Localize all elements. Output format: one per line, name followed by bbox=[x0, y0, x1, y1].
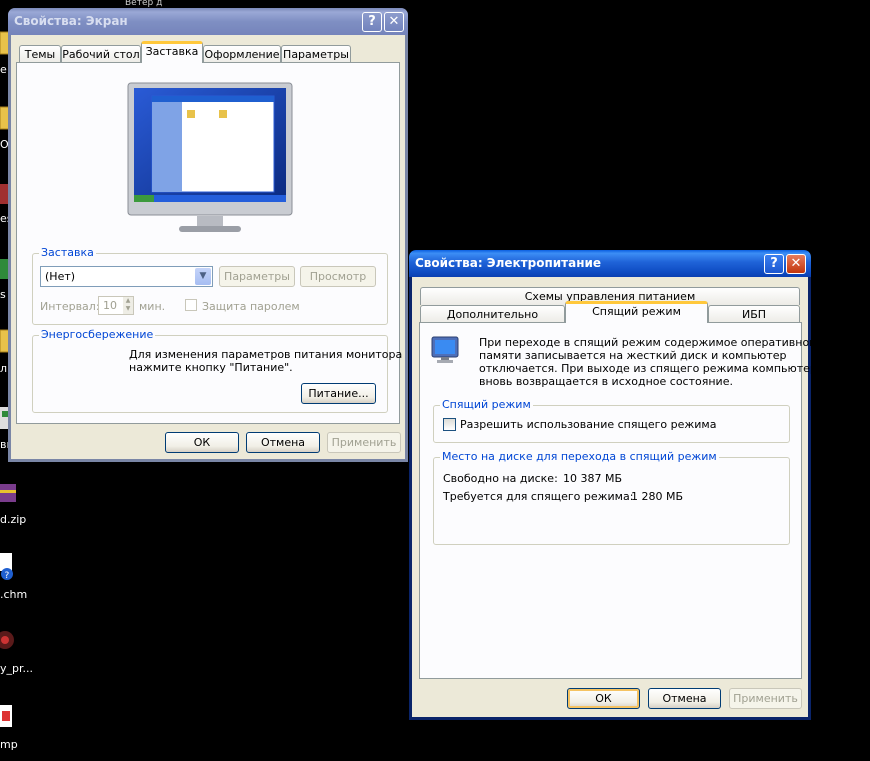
help-icon: ? bbox=[770, 256, 778, 271]
close-button[interactable]: ✕ bbox=[786, 254, 806, 274]
desktop-icon-label: .chm bbox=[0, 588, 28, 601]
ok-button[interactable]: ОК bbox=[567, 688, 640, 709]
energy-saving-group: Энергосбережение Для изменения параметро… bbox=[32, 328, 402, 413]
required-space-value: 1 280 МБ bbox=[631, 490, 684, 503]
monitor-icon bbox=[431, 336, 459, 363]
disk-space-group: Место на диске для перехода в спящий реж… bbox=[433, 450, 790, 545]
hibernate-tab-panel: При переходе в спящий режим содержимое о… bbox=[419, 322, 811, 679]
help-button[interactable]: ? bbox=[764, 254, 784, 274]
window-title: Свойства: Экран bbox=[14, 14, 128, 28]
tab-settings[interactable]: Параметры bbox=[281, 45, 351, 63]
tab-desktop[interactable]: Рабочий стол bbox=[61, 45, 141, 63]
hibernate-checkbox-label: Разрешить использование спящего режима bbox=[460, 418, 717, 431]
tab-appearance[interactable]: Оформление bbox=[203, 45, 281, 63]
energy-text-line2: нажмите кнопку "Питание". bbox=[129, 361, 293, 374]
screensaver-group: Заставка (Нет) ▼ Параметры Просмотр Инте… bbox=[32, 246, 388, 325]
hibernate-checkbox[interactable] bbox=[443, 418, 456, 431]
screensaver-tab-panel: Заставка (Нет) ▼ Параметры Просмотр Инте… bbox=[16, 62, 402, 424]
password-checkbox[interactable] bbox=[185, 299, 197, 311]
cancel-button[interactable]: Отмена bbox=[246, 432, 320, 453]
interval-spinner[interactable]: 10 ▲ ▼ bbox=[98, 296, 134, 315]
screensaver-select[interactable]: (Нет) ▼ bbox=[40, 266, 213, 287]
power-options-window: Свойства: Электропитание ? ✕ Схемы управ… bbox=[409, 250, 811, 720]
info-line-1: При переходе в спящий режим содержимое о… bbox=[479, 336, 811, 349]
free-space-label: Свободно на диске: bbox=[443, 472, 558, 485]
desktop-icon-label: е bbox=[0, 63, 7, 76]
screensaver-settings-button[interactable]: Параметры bbox=[219, 266, 295, 287]
desktop-icon-label: л bbox=[0, 362, 8, 375]
monitor-preview bbox=[127, 82, 293, 232]
interval-label: Интервал: bbox=[40, 300, 100, 313]
display-properties-window: Свойства: Экран ? ✕ Темы Рабочий стол За… bbox=[8, 8, 408, 462]
window-title: Свойства: Электропитание bbox=[415, 256, 602, 270]
energy-text-line1: Для изменения параметров питания монитор… bbox=[129, 348, 403, 361]
help-icon: ? bbox=[368, 14, 376, 29]
chevron-down-icon[interactable]: ▼ bbox=[195, 268, 211, 285]
desktop-icon-label: d.zip bbox=[0, 513, 27, 526]
required-space-label: Требуется для спящего режима: bbox=[443, 490, 634, 503]
close-icon: ✕ bbox=[790, 256, 802, 271]
ok-button[interactable]: ОК bbox=[165, 432, 239, 453]
desktop-top-text: Ветер д bbox=[125, 0, 163, 8]
media-icon[interactable] bbox=[0, 628, 30, 656]
power-options-titlebar[interactable]: Свойства: Электропитание bbox=[409, 250, 811, 277]
hibernate-group: Спящий режим Разрешить использование спя… bbox=[433, 398, 790, 443]
tab-screensaver[interactable]: Заставка bbox=[141, 41, 203, 63]
spinner-arrows-icon[interactable]: ▲ ▼ bbox=[123, 297, 133, 314]
display-properties-titlebar[interactable]: Свойства: Экран bbox=[8, 8, 408, 35]
interval-unit: мин. bbox=[139, 300, 166, 313]
tab-ups[interactable]: ИБП bbox=[708, 305, 800, 323]
interval-value: 10 bbox=[103, 299, 117, 312]
info-line-3: отключается. При выходе из спящего режим… bbox=[479, 362, 811, 375]
tab-themes[interactable]: Темы bbox=[19, 45, 61, 63]
power-button[interactable]: Питание... bbox=[301, 383, 376, 404]
close-button[interactable]: ✕ bbox=[384, 12, 404, 32]
info-line-2: памяти записывается на жесткий диск и ко… bbox=[479, 349, 787, 362]
group-title: Место на диске для перехода в спящий реж… bbox=[440, 450, 719, 463]
screensaver-preview-button[interactable]: Просмотр bbox=[300, 266, 376, 287]
svg-text:?: ? bbox=[5, 571, 10, 581]
archive-icon[interactable] bbox=[0, 480, 30, 508]
energy-star-icon bbox=[39, 348, 119, 384]
image-file-icon[interactable] bbox=[0, 703, 30, 731]
desktop-icon-label: y_pr... bbox=[0, 662, 33, 675]
free-space-value: 10 387 МБ bbox=[563, 472, 623, 485]
apply-button[interactable]: Применить bbox=[327, 432, 401, 453]
apply-button[interactable]: Применить bbox=[729, 688, 802, 709]
tab-advanced[interactable]: Дополнительно bbox=[420, 305, 565, 323]
group-title: Спящий режим bbox=[440, 398, 533, 411]
screensaver-select-value: (Нет) bbox=[45, 270, 76, 283]
group-title: Энергосбережение bbox=[39, 328, 156, 341]
password-label: Защита паролем bbox=[202, 300, 300, 313]
desktop-icon-label: mp bbox=[0, 738, 18, 751]
tab-hibernate[interactable]: Спящий режим bbox=[565, 301, 708, 323]
info-line-4: вновь возвращается в исходное состояние. bbox=[479, 375, 733, 388]
group-title: Заставка bbox=[39, 246, 96, 259]
close-icon: ✕ bbox=[388, 14, 400, 29]
help-file-icon[interactable]: ? bbox=[0, 553, 30, 581]
help-button[interactable]: ? bbox=[362, 12, 382, 32]
cancel-button[interactable]: Отмена bbox=[648, 688, 721, 709]
desktop-icon-label: s bbox=[0, 288, 6, 301]
